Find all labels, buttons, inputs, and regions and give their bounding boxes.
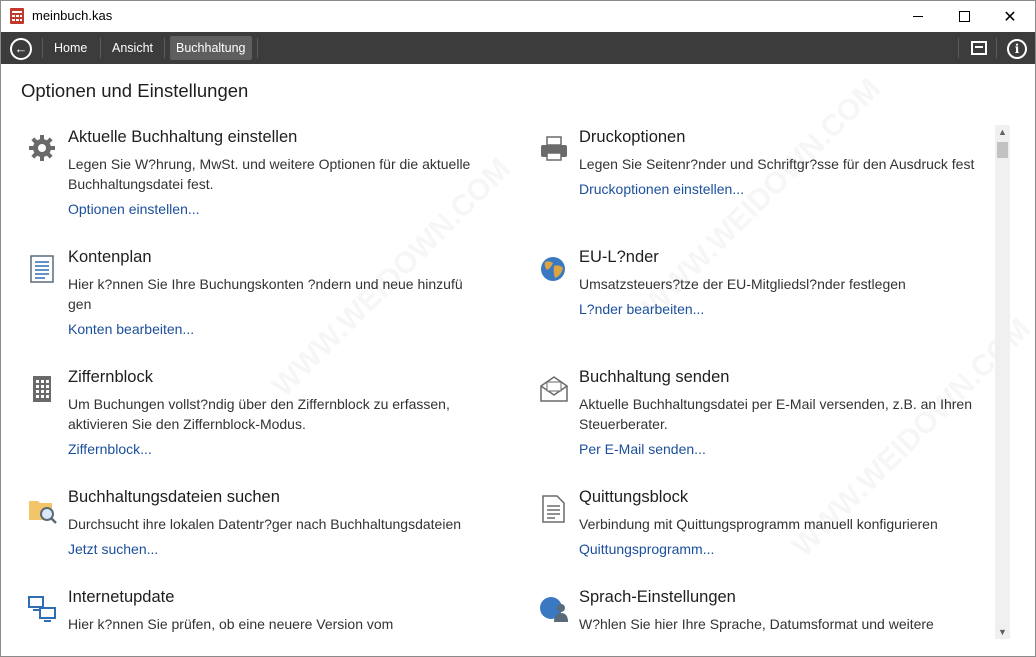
scroll-down-icon[interactable]: ▼ xyxy=(995,625,1010,639)
option-description: Legen Sie W?hrung, MwSt. und weitere Opt… xyxy=(68,156,471,192)
option-title: Ziffernblock xyxy=(68,368,153,386)
maximize-button[interactable] xyxy=(941,1,987,32)
calculator-app-icon xyxy=(10,8,24,24)
globe-icon xyxy=(541,257,565,281)
close-icon: ✕ xyxy=(1003,8,1017,26)
vertical-scrollbar[interactable]: ▲ ▼ xyxy=(995,125,1010,639)
option-title: Aktuelle Buchhaltung einstellen xyxy=(68,128,298,146)
option-description: Hier k?nnen Sie Ihre Buchungskonten ?nde… xyxy=(68,276,463,312)
toolbar-divider xyxy=(164,38,165,58)
window-layout-icon[interactable] xyxy=(971,41,987,55)
option-title: Druckoptionen xyxy=(579,128,686,146)
minimize-icon xyxy=(913,16,923,17)
option-title: Quittungsblock xyxy=(579,488,689,506)
toolbar-divider xyxy=(958,38,959,58)
globe-person-icon xyxy=(540,597,568,622)
close-button[interactable]: ✕ xyxy=(987,1,1033,32)
tab-buchhaltung[interactable]: Buchhaltung xyxy=(170,36,252,60)
folder-search-icon xyxy=(29,501,57,524)
option-description: Verbindung mit Quittungsprogramm manuell… xyxy=(579,516,938,532)
scroll-thumb[interactable] xyxy=(997,142,1008,158)
receipt-icon xyxy=(542,495,565,523)
app-window: meinbuch.kas ✕ ← Home Ansicht Buchhaltun… xyxy=(0,0,1036,657)
option-description: W?hlen Sie hier Ihre Sprache, Datumsform… xyxy=(579,616,934,632)
title-bar: meinbuch.kas ✕ xyxy=(1,1,1035,32)
printer-icon xyxy=(541,136,567,161)
option-description: Umsatzsteuers?tze der EU-Mitgliedsl?nder… xyxy=(579,276,906,292)
option-description: Legen Sie Seitenr?nder und Schriftgr?sse… xyxy=(579,156,975,172)
option-title: Sprach-Einstellungen xyxy=(579,588,736,606)
quittungsprogramm-link[interactable]: Quittungsprogramm... xyxy=(579,541,714,557)
document-list-icon xyxy=(30,255,54,283)
gear-icon xyxy=(29,135,55,161)
laender-bearbeiten-link[interactable]: L?nder bearbeiten... xyxy=(579,301,704,317)
option-title: EU-L?nder xyxy=(579,248,659,266)
toolbar: ← Home Ansicht Buchhaltung i xyxy=(1,32,1035,64)
scroll-up-icon[interactable]: ▲ xyxy=(995,125,1010,139)
toolbar-divider xyxy=(100,38,101,58)
option-title: Kontenplan xyxy=(68,248,152,266)
page-title: Optionen und Einstellungen xyxy=(21,80,249,101)
option-title: Buchhaltung senden xyxy=(579,368,730,386)
option-description: Durchsucht ihre lokalen Datentr?ger nach… xyxy=(68,516,462,532)
konten-bearbeiten-link[interactable]: Konten bearbeiten... xyxy=(68,321,194,337)
keypad-icon xyxy=(33,376,51,402)
maximize-icon xyxy=(958,11,970,22)
computers-icon xyxy=(28,596,56,622)
info-icon[interactable]: i xyxy=(1007,39,1027,59)
tab-home[interactable]: Home xyxy=(48,36,93,60)
tab-ansicht[interactable]: Ansicht xyxy=(106,36,159,60)
druckoptionen-einstellen-link[interactable]: Druckoptionen einstellen... xyxy=(579,181,744,197)
option-title: Internetupdate xyxy=(68,588,175,606)
jetzt-suchen-link[interactable]: Jetzt suchen... xyxy=(68,541,158,557)
minimize-button[interactable] xyxy=(895,1,941,32)
optionen-einstellen-link[interactable]: Optionen einstellen... xyxy=(68,201,200,217)
envelope-icon xyxy=(540,376,568,402)
option-description: Hier k?nnen Sie prüfen, ob eine neuere V… xyxy=(68,616,394,632)
toolbar-divider xyxy=(42,38,43,58)
toolbar-divider xyxy=(257,38,258,58)
option-description: Um Buchungen vollst?ndig über den Ziffer… xyxy=(68,396,450,432)
option-title: Buchhaltungsdateien suchen xyxy=(68,488,280,506)
window-title: meinbuch.kas xyxy=(32,8,113,23)
option-description: Aktuelle Buchhaltungsdatei per E-Mail ve… xyxy=(579,396,973,432)
toolbar-divider xyxy=(996,38,997,58)
back-arrow-icon[interactable]: ← xyxy=(10,38,32,60)
ziffernblock-link[interactable]: Ziffernblock... xyxy=(68,441,152,457)
per-email-senden-link[interactable]: Per E-Mail senden... xyxy=(579,441,706,457)
